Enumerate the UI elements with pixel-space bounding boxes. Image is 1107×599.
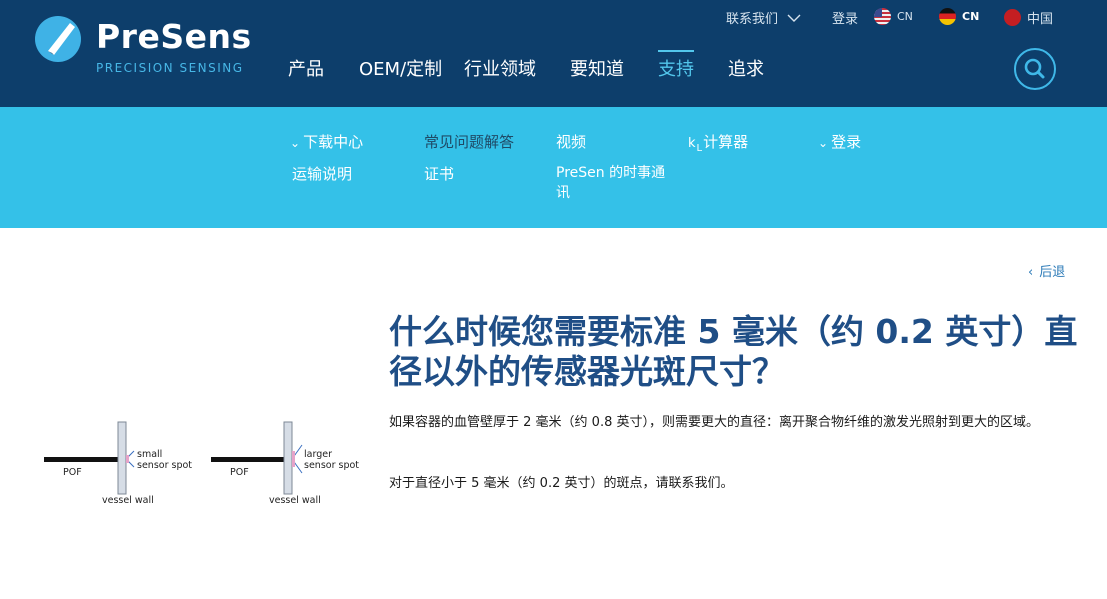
subnav-certificates[interactable]: 证书 [424,163,454,184]
fig-right-wall-label: vessel wall [269,495,321,506]
fig-left-wall-label: vessel wall [102,495,154,506]
contact-label: 联系我们 [726,12,779,27]
fig-left-spot-label-2: sensor spot [137,460,193,471]
fig-right-spot-label: larger sensor spot [304,449,359,471]
chevron-down-icon: ⌄ [290,136,301,150]
kl-k-label: k [688,136,696,151]
chevron-down-icon: ⌄ [818,136,829,150]
subnav-login[interactable]: ⌄ 登录 [818,131,861,152]
back-link[interactable]: ‹ 后退 [1028,261,1065,280]
nav-careers[interactable]: 追求 [728,55,764,81]
cn-flag-icon [1004,9,1021,26]
nav-knowledge[interactable]: 要知道 [570,55,624,81]
subnav-downloads[interactable]: ⌄ 下载中心 [290,131,363,152]
chevron-down-icon [787,14,801,22]
subnav-newsletter[interactable]: PreSen 的时事通讯 [556,163,672,203]
fig-right-spot-label-1: larger [304,449,332,460]
login-label-top: 登录 [832,12,859,27]
faq-title: 什么时候您需要标准 5 毫米（约 0.2 英寸）直径以外的传感器光斑尺寸？ [389,312,1078,391]
subnav-kl-calculator[interactable]: kL计算器 [688,131,749,154]
lang-cn-button[interactable]: 中国 [1004,8,1053,27]
lang-cn-label: 中国 [1027,12,1054,27]
fig-right-spot-label-2: sensor spot [304,460,360,471]
nav-support[interactable]: 支持 [658,50,694,81]
subnav-shipping[interactable]: 运输说明 [292,163,352,184]
site-header: PreSens PRECISION SENSING 联系我们 登录 CN CN … [0,0,1107,107]
chevron-left-icon: ‹ [1028,265,1034,280]
back-label: 后退 [1039,265,1066,280]
lang-us-button[interactable]: CN [874,8,913,25]
de-flag-icon [939,8,956,25]
subnav-login-label: 登录 [831,133,862,151]
contact-menu[interactable]: 联系我们 [726,8,801,27]
kl-l-label: L [696,143,703,154]
subnav-videos[interactable]: 视频 [556,131,586,152]
nav-industries[interactable]: 行业领域 [464,55,536,81]
us-flag-icon [874,8,891,25]
logo-wordmark: PreSens [96,17,252,56]
fig-left-spot-label: small sensor spot [137,449,192,471]
subnav-faq[interactable]: 常见问题解答 [424,131,514,152]
lang-de-button[interactable]: CN [939,8,979,25]
fig-right-pof-label: POF [230,467,249,478]
login-link-top[interactable]: 登录 [832,8,858,27]
support-subnav: ⌄ 下载中心 常见问题解答 视频 kL计算器 ⌄ 登录 运输说明 证书 PreSen… [0,107,1107,228]
faq-paragraph-1: 如果容器的血管壁厚于 2 毫米（约 0.8 英寸），则需要更大的直径：离开聚合物… [389,415,1039,430]
sensor-spot-diagram: POF small sensor spot vessel wall POF la… [40,415,370,515]
logo-tagline: PRECISION SENSING [96,61,244,75]
fig-left-pof-label: POF [63,467,82,478]
nav-oem[interactable]: OEM/定制 [359,55,442,81]
faq-paragraph-2: 对于直径小于 5 毫米（约 0.2 英寸）的斑点，请联系我们。 [389,476,734,491]
lang-us-label: CN [897,10,913,23]
search-icon [1024,58,1045,79]
subnav-downloads-label: 下载中心 [303,133,364,151]
nav-products[interactable]: 产品 [288,55,324,81]
search-button[interactable] [1014,48,1056,90]
kl-calc-label: 计算器 [703,133,749,151]
logo-mark-icon [35,16,81,62]
presens-logo[interactable]: PreSens PRECISION SENSING [34,15,251,77]
lang-de-label: CN [962,10,980,23]
fig-left-spot-label-1: small [137,449,163,460]
